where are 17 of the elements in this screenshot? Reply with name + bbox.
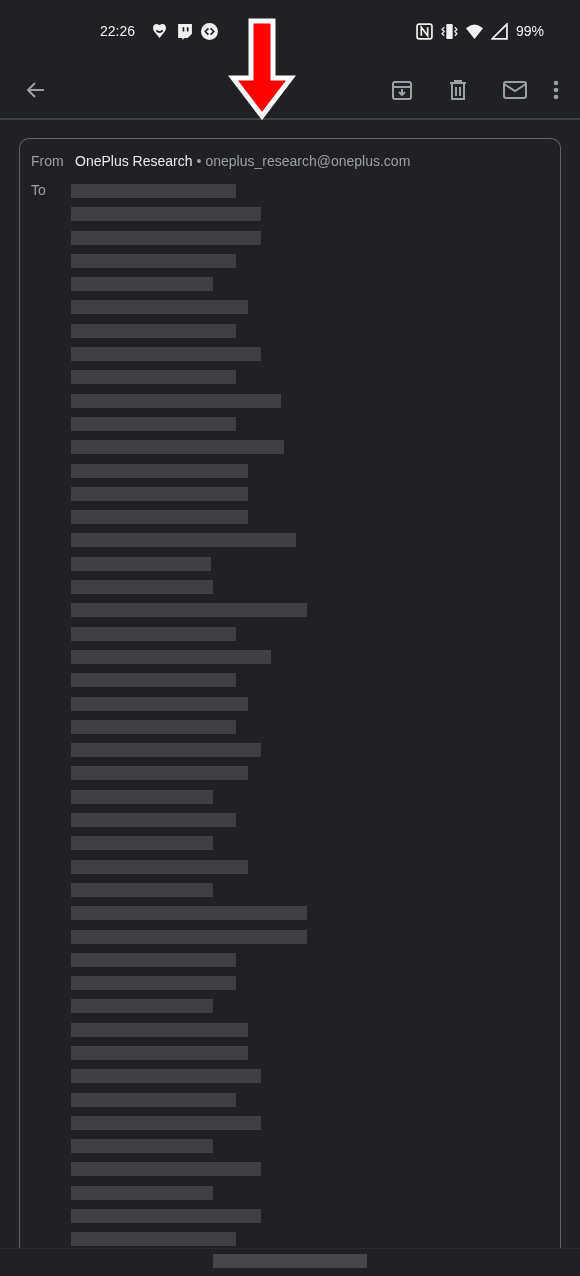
remote-icon xyxy=(201,22,219,40)
nfc-icon xyxy=(415,22,433,40)
kebab-menu-icon xyxy=(552,78,560,102)
heart-icon xyxy=(151,22,169,40)
battery-percent: 99% xyxy=(515,21,544,41)
sender-name: OnePlus Research xyxy=(75,152,193,171)
wifi-icon xyxy=(465,22,483,40)
vibrate-icon xyxy=(440,22,458,40)
sender-email: oneplus_research@oneplus.com xyxy=(205,152,411,171)
archive-icon xyxy=(390,78,414,102)
clock-time: 22:26 xyxy=(100,21,136,41)
to-label: To xyxy=(31,181,47,200)
signal-icon xyxy=(490,22,508,40)
from-label: From xyxy=(31,152,65,171)
chat-icon xyxy=(176,22,194,40)
separator-dot: • xyxy=(196,152,202,171)
envelope-icon xyxy=(502,78,528,102)
